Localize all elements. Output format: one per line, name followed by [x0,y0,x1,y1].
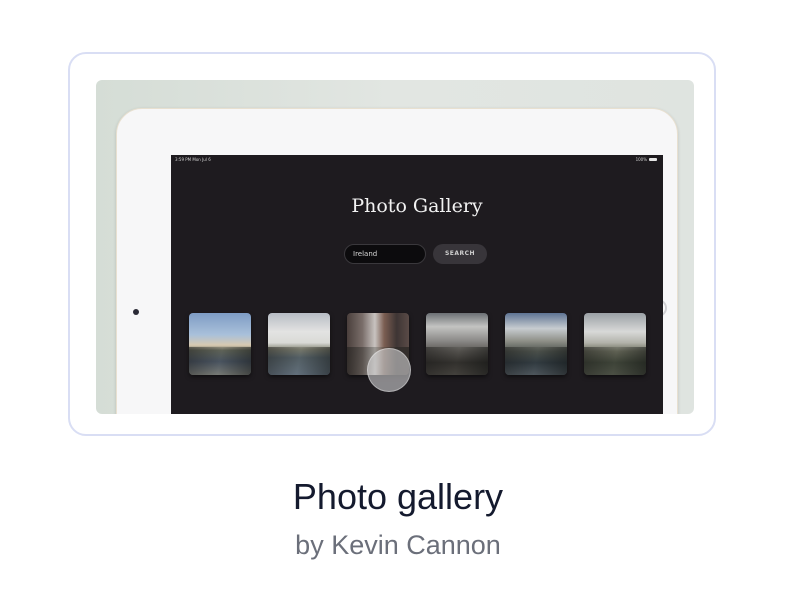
status-time: 3:59 PM Mon Jul 6 [175,157,211,162]
status-indicators: 100% [636,157,657,162]
app-title: Photo Gallery [351,195,483,217]
gallery-thumbnail [189,313,251,375]
gallery-thumbnail [426,313,488,375]
search-input: Ireland [344,244,426,264]
gallery-thumbnail [505,313,567,375]
preview-image[interactable]: 3:59 PM Mon Jul 6 100% Photo Gallery Ire… [96,80,694,414]
search-button: SEARCH [433,244,487,264]
tablet-screen: 3:59 PM Mon Jul 6 100% Photo Gallery Ire… [171,155,663,414]
tablet-device: 3:59 PM Mon Jul 6 100% Photo Gallery Ire… [116,108,678,414]
touch-indicator [367,348,411,392]
project-title[interactable]: Photo gallery [0,476,796,518]
battery-icon [649,158,657,161]
camera-dot [133,309,139,315]
gallery-thumbnail [584,313,646,375]
project-author: by Kevin Cannon [295,530,501,560]
gallery-thumbnail [268,313,330,375]
project-card[interactable]: 3:59 PM Mon Jul 6 100% Photo Gallery Ire… [68,52,716,436]
battery-percent: 100% [635,157,647,162]
